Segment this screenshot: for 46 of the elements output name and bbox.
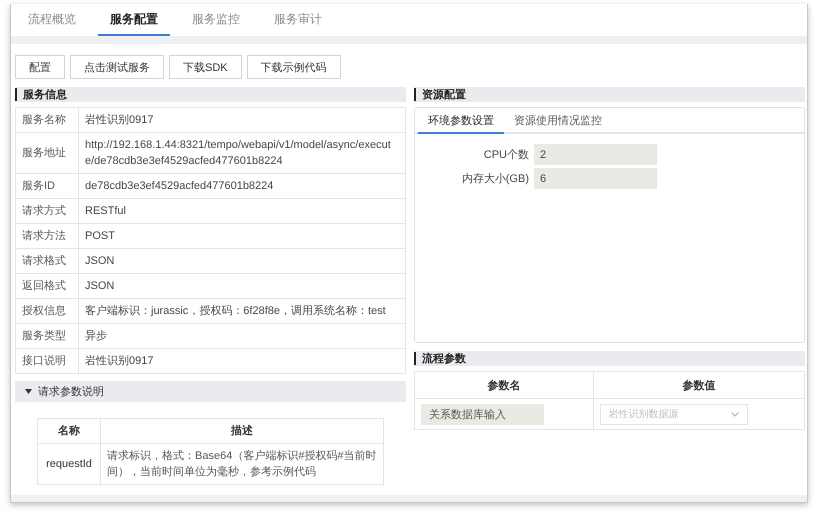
- column-header: 描述: [100, 418, 384, 444]
- field-label: 授权信息: [16, 298, 78, 324]
- tab[interactable]: 环境参数设置: [418, 108, 504, 134]
- field-value: 异步: [78, 324, 406, 348]
- field-value: POST: [78, 224, 406, 248]
- field-label: 内存大小(GB): [460, 172, 529, 186]
- field-label: 返回格式: [16, 274, 78, 298]
- tab[interactable]: 资源使用情况监控: [504, 108, 612, 134]
- section-title: 流程参数: [422, 352, 466, 366]
- column-header: 参数名: [414, 372, 594, 398]
- collapsible-header[interactable]: 请求参数说明: [15, 381, 406, 402]
- field-label: 请求方法: [16, 224, 78, 248]
- column-header: 参数值: [593, 372, 804, 398]
- field-label: 接口说明: [16, 348, 78, 374]
- field-label: 服务地址: [16, 132, 78, 174]
- section-title: 资源配置: [422, 88, 466, 102]
- field-value: 客户端标识：jurassic，授权码：6f28f8e，调用系统名称：test: [78, 298, 406, 324]
- section-title: 服务信息: [23, 88, 67, 102]
- field-value: JSON: [78, 248, 406, 274]
- toolbar-button[interactable]: 点击测试服务: [70, 55, 164, 79]
- table-cell: 请求标识，格式：Base64（客户端标识#授权码#当前时间），当前时间单位为毫秒，参考示例代码: [100, 444, 384, 484]
- field-label: 请求方式: [16, 198, 78, 224]
- column-header: 名称: [38, 418, 100, 444]
- input-field[interactable]: 关系数据库输入: [421, 404, 544, 424]
- tab[interactable]: 流程概览: [16, 4, 88, 36]
- section-title: 请求参数说明: [38, 385, 104, 399]
- field-label: 服务ID: [16, 174, 78, 198]
- field-label: 请求格式: [16, 248, 78, 274]
- field-value: JSON: [78, 274, 406, 298]
- toolbar-button[interactable]: 下载SDK: [169, 55, 242, 79]
- table-cell: requestId: [38, 444, 100, 484]
- field-label: 服务类型: [16, 324, 78, 348]
- field-value: 岩性识别0917: [78, 348, 406, 374]
- field-value: de78cdb3e3ef4529acfed477601b8224: [78, 174, 406, 198]
- toolbar-button[interactable]: 配置: [15, 55, 65, 79]
- toolbar-button[interactable]: 下载示例代码: [246, 55, 341, 79]
- tab[interactable]: 服务监控: [180, 4, 252, 36]
- field-label: 服务名称: [16, 108, 78, 132]
- field-label: CPU个数: [482, 148, 529, 162]
- field-value: http://192.168.1.44:8321/tempo/webapi/v1/model/async/execute/de78cdb3e3ef4529acfed477601b8224: [78, 132, 406, 174]
- field-value: RESTful: [78, 198, 406, 224]
- input-field[interactable]: 6: [534, 168, 657, 189]
- tab[interactable]: 服务审计: [262, 4, 334, 36]
- chevron-down-icon: [730, 412, 739, 416]
- input-field[interactable]: 2: [534, 144, 657, 165]
- field-value: 岩性识别0917: [78, 108, 406, 132]
